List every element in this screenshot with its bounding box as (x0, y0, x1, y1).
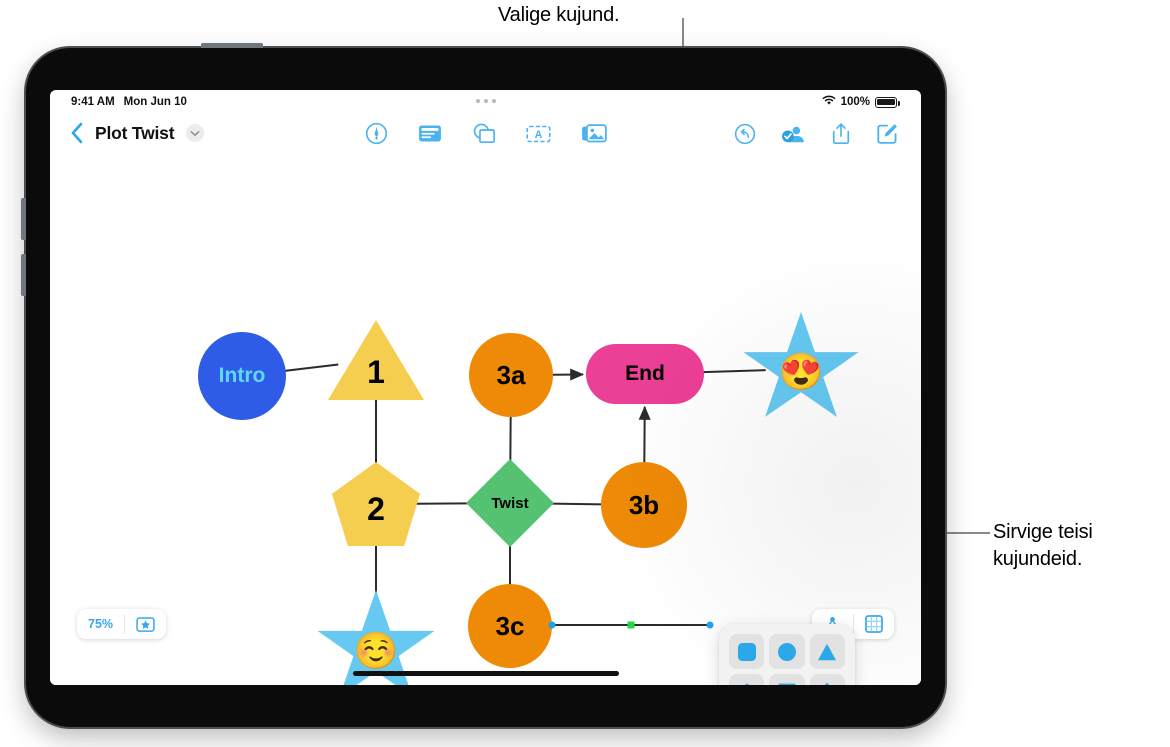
star-badge-icon[interactable] (125, 609, 166, 639)
node-label: Twist (491, 494, 529, 512)
wifi-icon (822, 95, 836, 109)
battery-full-icon (875, 96, 900, 108)
status-bar: 9:41 AM Mon Jun 10 100% (50, 90, 921, 116)
rounded-square-icon (736, 641, 758, 663)
toolbar-center-tools: A (365, 122, 607, 145)
volume-up-button[interactable] (21, 198, 26, 240)
node-label: 3a (496, 359, 526, 390)
ipad-device: 9:41 AM Mon Jun 10 100% Plot Twist A Int… (21, 43, 945, 727)
status-time: 9:41 AM (71, 96, 115, 108)
diagram-node-intro[interactable]: Intro (198, 332, 286, 420)
square-shape[interactable] (769, 674, 805, 685)
connector-end-handle[interactable] (706, 621, 714, 629)
zoom-level-button[interactable]: 75% (77, 609, 124, 639)
diagram-node-n3c[interactable]: 3c (468, 584, 552, 668)
draw-tool-icon[interactable] (365, 122, 388, 145)
undo-icon[interactable] (734, 123, 756, 145)
power-button[interactable] (201, 43, 263, 48)
shapes-tool-icon[interactable] (472, 122, 496, 145)
node-label: 2 (367, 490, 385, 527)
share-icon[interactable] (831, 122, 851, 145)
home-indicator[interactable] (352, 671, 619, 676)
status-bar-left: 9:41 AM Mon Jun 10 (71, 96, 187, 108)
diagram-node-n2[interactable]: 2 (332, 462, 420, 546)
status-date: Mon Jun 10 (123, 96, 187, 108)
circle-shape[interactable] (769, 634, 805, 669)
circle-icon (776, 641, 798, 663)
diagram-node-star2[interactable]: 😍 (742, 312, 860, 426)
page-title[interactable]: Plot Twist (95, 123, 175, 144)
media-tool-icon[interactable] (581, 122, 607, 145)
connector-start-handle[interactable] (548, 621, 556, 629)
ipad-screen: 9:41 AM Mon Jun 10 100% Plot Twist A Int… (50, 90, 921, 685)
diamond-icon (816, 681, 838, 685)
callout-choose-shape: Valige kujund. (498, 4, 620, 26)
diagram-canvas[interactable]: Intro 1 2 ☺️ 3a Twist 3b 3c End 😍 75% (50, 162, 921, 685)
chevron-down-icon[interactable] (186, 124, 205, 142)
diamond-shape[interactable] (809, 674, 845, 685)
volume-down-button[interactable] (21, 254, 26, 296)
callout-browse-shapes: Sirvige teisi kujundeid. (993, 521, 1093, 570)
text-style-tool-icon[interactable]: A (525, 123, 551, 145)
battery-percentage: 100% (840, 96, 870, 108)
grid-view-icon[interactable] (854, 609, 894, 639)
back-chevron-icon[interactable] (70, 122, 83, 144)
square-icon (776, 681, 798, 685)
pentagon-shape[interactable] (729, 674, 765, 685)
node-label: 😍 (778, 351, 824, 392)
diagram-node-end[interactable]: End (586, 344, 704, 404)
compose-icon[interactable] (876, 122, 899, 145)
node-label: 1 (367, 353, 385, 390)
connector-mid-handle[interactable] (627, 621, 635, 629)
pentagon-icon (736, 681, 758, 685)
app-toolbar: Plot Twist A (50, 116, 921, 162)
svg-text:A: A (534, 129, 542, 141)
triangle-icon (816, 641, 838, 663)
node-label: End (625, 362, 665, 385)
multitask-handle-icon[interactable] (475, 99, 496, 103)
shape-picker-popover[interactable] (719, 624, 855, 685)
rounded-square-shape[interactable] (729, 634, 765, 669)
text-box-tool-icon[interactable] (418, 122, 442, 145)
triangle-shape[interactable] (809, 634, 845, 669)
node-label: Intro (218, 364, 266, 387)
diagram-node-n3a[interactable]: 3a (469, 333, 553, 417)
node-label: 3c (495, 610, 525, 641)
diagram-node-n3b[interactable]: 3b (601, 462, 687, 548)
collaborate-icon[interactable] (781, 123, 806, 145)
toolbar-left: Plot Twist (70, 122, 205, 144)
diagram-node-twist[interactable]: Twist (466, 459, 554, 547)
diagram-node-n1[interactable]: 1 (328, 320, 424, 400)
status-bar-right: 100% (822, 95, 900, 109)
node-label: 3b (628, 489, 660, 520)
connector-twist-to-n3b[interactable] (551, 502, 603, 506)
node-label: ☺️ (353, 630, 399, 671)
toolbar-right-tools (734, 122, 899, 145)
zoom-controls: 75% (77, 609, 167, 639)
